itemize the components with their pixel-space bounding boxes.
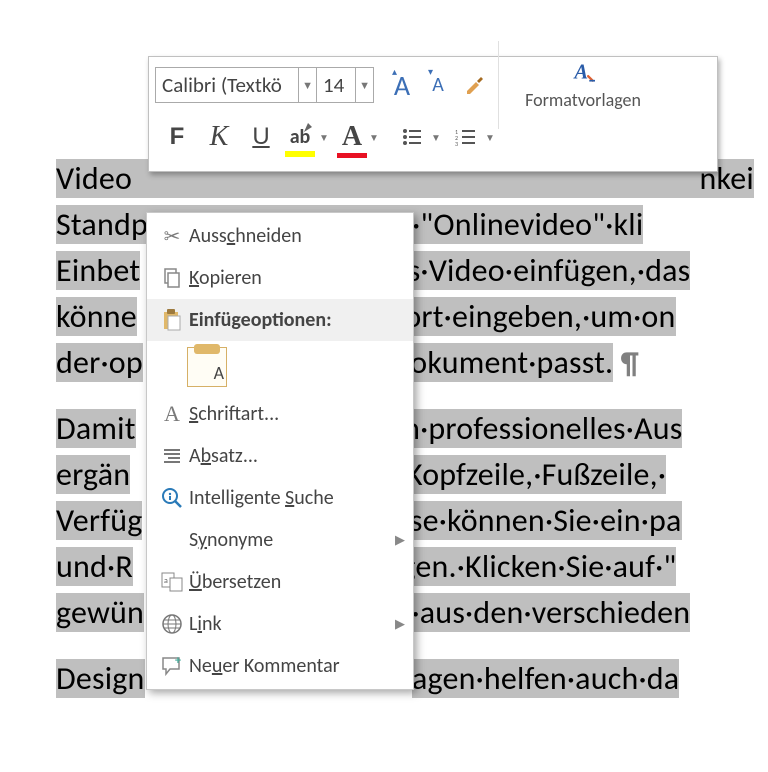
paste-options-row: A bbox=[147, 341, 413, 393]
cut-menu-item[interactable]: ✂ Ausschneiden bbox=[147, 215, 413, 257]
font-name-selector[interactable]: Calibri (Textkö bbox=[155, 67, 299, 103]
paste-icon bbox=[155, 309, 189, 331]
font-name-dropdown[interactable]: ▼ bbox=[299, 67, 317, 103]
smart-lookup-icon bbox=[155, 487, 189, 509]
translate-icon: aあ bbox=[155, 572, 189, 592]
bullets-button[interactable] bbox=[397, 119, 427, 155]
submenu-arrow-icon: ▶ bbox=[395, 533, 405, 548]
numbering-button[interactable]: 123 bbox=[451, 119, 481, 155]
copy-icon bbox=[155, 268, 189, 288]
svg-text:A: A bbox=[572, 61, 588, 83]
font-size-selector[interactable]: 14 bbox=[316, 67, 356, 103]
svg-text:a: a bbox=[164, 576, 168, 586]
italic-button[interactable]: K bbox=[201, 119, 237, 155]
synonyms-menu-item[interactable]: Synonyme ▶ bbox=[147, 519, 413, 561]
font-icon: A bbox=[155, 401, 189, 427]
increase-font-button[interactable]: ▴ A bbox=[384, 67, 420, 103]
paragraph-menu-item[interactable]: Absatz... bbox=[147, 435, 413, 477]
bold-button[interactable]: F bbox=[159, 119, 195, 155]
paste-text-only-button[interactable]: A bbox=[187, 347, 227, 387]
highlight-color-dropdown[interactable]: ▼ bbox=[319, 131, 333, 144]
link-icon bbox=[155, 613, 189, 635]
svg-text:3: 3 bbox=[455, 140, 458, 146]
decrease-font-button[interactable]: ▾ A bbox=[420, 67, 456, 103]
translate-menu-item[interactable]: aあ Übersetzen bbox=[147, 561, 413, 603]
numbering-dropdown[interactable]: ▼ bbox=[485, 131, 499, 144]
highlight-color-button[interactable] bbox=[285, 119, 315, 155]
font-menu-item[interactable]: A Schriftart... bbox=[147, 393, 413, 435]
cut-icon: ✂ bbox=[155, 224, 189, 249]
paragraph-mark bbox=[621, 340, 657, 378]
smart-lookup-menu-item[interactable]: Intelligente Suche bbox=[147, 477, 413, 519]
new-comment-icon: + bbox=[155, 656, 189, 676]
copy-menu-item[interactable]: Kopieren bbox=[147, 257, 413, 299]
format-painter-button[interactable] bbox=[456, 67, 492, 103]
font-color-dropdown[interactable]: ▼ bbox=[369, 131, 383, 144]
styles-button[interactable]: A Formatvorlagen bbox=[505, 59, 661, 111]
font-size-dropdown[interactable]: ▼ bbox=[356, 67, 374, 103]
paragraph-icon bbox=[155, 447, 189, 465]
styles-icon: A bbox=[560, 59, 606, 83]
submenu-arrow-icon: ▶ bbox=[395, 617, 405, 632]
new-comment-menu-item[interactable]: + Neuer Kommentar bbox=[147, 645, 413, 687]
link-menu-item[interactable]: Link ▶ bbox=[147, 603, 413, 645]
underline-button[interactable]: U bbox=[243, 119, 279, 155]
context-menu: ✂ Ausschneiden Kopieren Einfügeoptionen:… bbox=[146, 212, 414, 690]
font-color-button[interactable] bbox=[339, 119, 365, 155]
mini-toolbar: Calibri (Textkö ▼ 14 ▼ ▴ A ▾ A A bbox=[148, 56, 718, 172]
svg-text:+: + bbox=[175, 656, 181, 668]
paste-options-header: Einfügeoptionen: bbox=[147, 299, 413, 341]
bullets-dropdown[interactable]: ▼ bbox=[431, 131, 445, 144]
styles-label: Formatvorlagen bbox=[525, 89, 641, 111]
